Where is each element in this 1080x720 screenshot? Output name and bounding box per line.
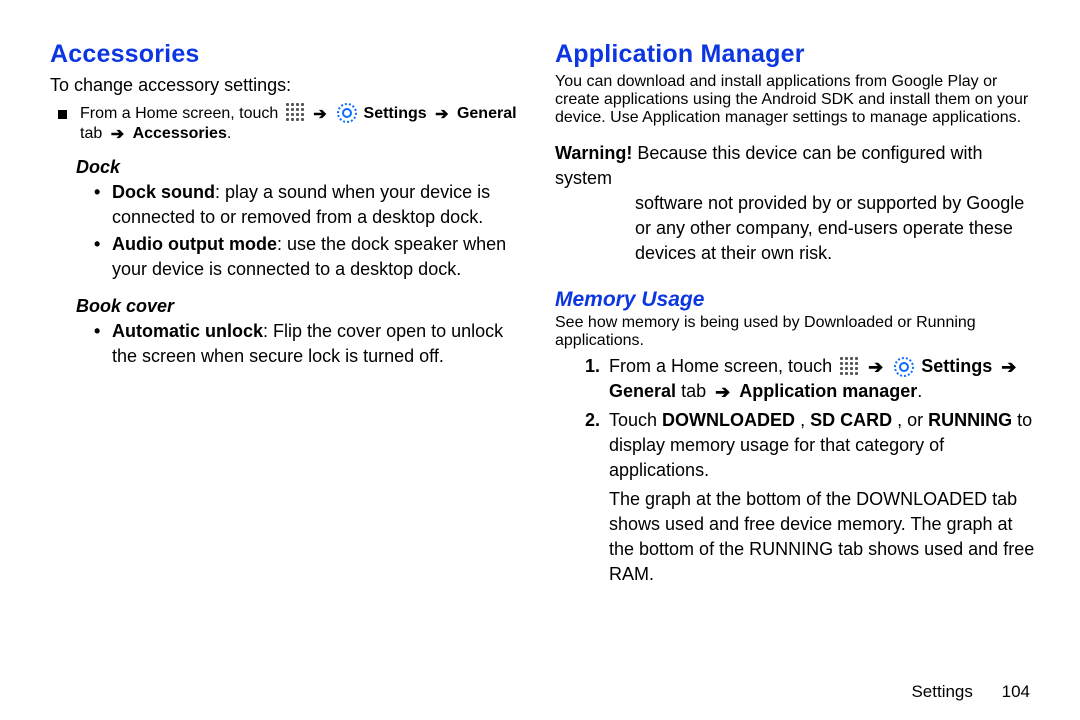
left-column: Accessories To change accessory settings… [50,40,545,690]
memory-steps: From a Home screen, touch ➔ Settings ➔ [585,354,1040,483]
nav-pre-text: From a Home screen, touch [80,105,283,122]
list-item: Audio output mode: use the dock speaker … [112,232,525,282]
appmanager-heading: Application Manager [555,40,1040,69]
arrow-icon: ➔ [997,357,1020,377]
step2-pre: Touch [609,410,662,430]
nav-period: . [917,381,922,401]
apps-grid-icon [285,102,303,120]
nav-pre-text: From a Home screen, touch [609,356,837,376]
step2-sep: , or [897,410,928,430]
appmanager-intro: You can download and install application… [555,73,1040,127]
list-item: Automatic unlock: Flip the cover open to… [112,319,525,369]
accessories-nav-path: From a Home screen, touch ➔ Settings ➔ G… [80,102,525,143]
memory-usage-intro: See how memory is being used by Download… [555,314,1040,350]
item-lead: Audio output mode [112,234,277,254]
nav-tab-word: tab [80,125,102,142]
gear-icon [894,357,914,377]
manual-page: Accessories To change accessory settings… [0,0,1080,720]
nav-target-label: Application manager [739,381,917,401]
page-number: 104 [1002,682,1030,701]
dock-list: Dock sound: play a sound when your devic… [90,180,525,282]
item-lead: Dock sound [112,182,215,202]
arrow-icon: ➔ [711,382,734,402]
accessories-intro: To change accessory settings: [50,73,525,98]
step2-downloaded: DOWNLOADED [662,410,795,430]
book-cover-heading: Book cover [76,296,525,317]
nav-target-label: Accessories [133,125,227,142]
step2-sdcard: SD CARD [810,410,892,430]
right-column: Application Manager You can download and… [545,40,1040,690]
footer-section-label: Settings [911,682,972,701]
nav-settings-label: Settings [921,356,992,376]
accessories-heading: Accessories [50,40,525,69]
list-item: Dock sound: play a sound when your devic… [112,180,525,230]
gear-icon [337,103,357,123]
nav-settings-label: Settings [364,105,427,122]
warning-body-rest: software not provided by or supported by… [635,191,1040,266]
dock-heading: Dock [76,157,525,178]
apps-grid-icon [839,356,857,374]
book-cover-list: Automatic unlock: Flip the cover open to… [90,319,525,369]
memory-note: The graph at the bottom of the DOWNLOADE… [609,487,1040,587]
step-item: Touch DOWNLOADED , SD CARD , or RUNNING … [609,408,1040,483]
arrow-icon: ➔ [431,106,452,123]
step2-sep: , [800,410,810,430]
nav-general-label: General [609,381,676,401]
arrow-icon: ➔ [309,106,330,123]
warning-paragraph: Warning! Because this device can be conf… [555,141,1040,266]
warning-label: Warning! [555,143,632,163]
nav-period: . [227,125,231,142]
arrow-icon: ➔ [107,126,128,143]
item-lead: Automatic unlock [112,321,263,341]
arrow-icon: ➔ [864,357,887,377]
page-footer: Settings 104 [911,682,1030,702]
memory-usage-heading: Memory Usage [555,288,1040,312]
nav-general-label: General [457,105,517,122]
step-item: From a Home screen, touch ➔ Settings ➔ [609,354,1040,404]
step2-running: RUNNING [928,410,1012,430]
nav-tab-word: tab [681,381,706,401]
